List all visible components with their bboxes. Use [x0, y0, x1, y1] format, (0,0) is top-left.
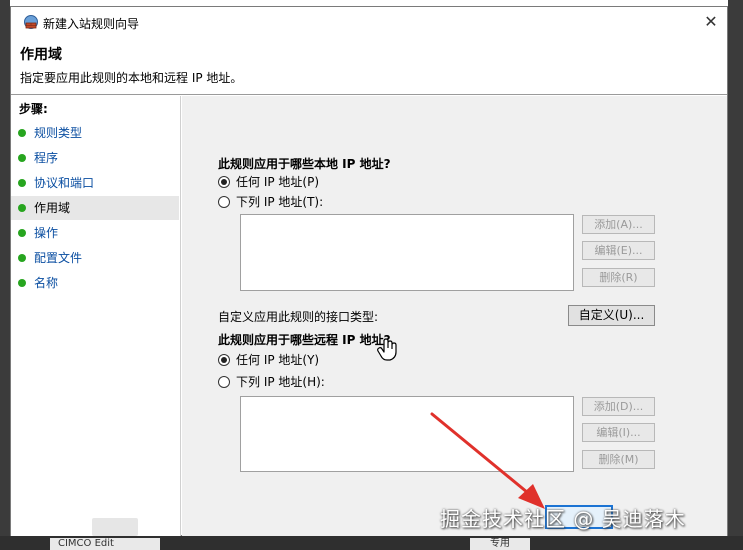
steps-sidebar: 步骤: 规则类型 程序 协议和端口 作用域 操作 配置文件 名称: [11, 96, 181, 536]
remote-edit-button[interactable]: 编辑(I)...: [582, 423, 655, 442]
window-title: 新建入站规则向导: [43, 17, 140, 31]
page-description: 指定要应用此规则的本地和远程 IP 地址。: [20, 71, 243, 85]
step-label: 程序: [34, 151, 59, 165]
step-status-icon: [18, 179, 26, 187]
local-these-ip-radio[interactable]: 下列 IP 地址(T):: [218, 194, 323, 210]
step-status-icon: [18, 254, 26, 262]
back-button[interactable]: [92, 518, 138, 536]
interface-type-label: 自定义应用此规则的接口类型:: [218, 310, 379, 324]
watermark-text: 掘金技术社区 @ 吴迪落木: [440, 507, 686, 531]
step-label: 配置文件: [34, 251, 83, 265]
step-status-icon: [18, 129, 26, 137]
step-label: 规则类型: [34, 126, 83, 140]
step-protocol-port[interactable]: 协议和端口: [11, 171, 179, 195]
remote-ip-question: 此规则应用于哪些远程 IP 地址?: [218, 333, 391, 347]
remote-these-ip-radio[interactable]: 下列 IP 地址(H):: [218, 374, 325, 390]
step-rule-type[interactable]: 规则类型: [11, 121, 179, 145]
wizard-window: 新建入站规则向导 ✕ 作用域 指定要应用此规则的本地和远程 IP 地址。 步骤:…: [10, 6, 728, 536]
local-edit-button[interactable]: 编辑(E)...: [582, 241, 655, 260]
customize-interface-button[interactable]: 自定义(U)...: [568, 305, 655, 326]
radio-indicator: [218, 354, 230, 366]
step-label: 操作: [34, 226, 59, 240]
step-label: 协议和端口: [34, 176, 95, 190]
remote-ip-list[interactable]: [240, 396, 574, 472]
radio-label: 任何 IP 地址(P): [236, 175, 320, 189]
step-label: 名称: [34, 276, 59, 290]
radio-indicator: [218, 376, 230, 388]
firewall-icon: [24, 15, 38, 29]
radio-indicator: [218, 176, 230, 188]
scope-content: 此规则应用于哪些本地 IP 地址? 任何 IP 地址(P) 下列 IP 地址(T…: [182, 96, 727, 536]
hand-cursor-icon: [377, 338, 397, 361]
step-status-icon: [18, 279, 26, 287]
radio-indicator: [218, 196, 230, 208]
radio-label: 下列 IP 地址(T):: [236, 195, 324, 209]
remote-add-button[interactable]: 添加(D)...: [582, 397, 655, 416]
background-window-right: [728, 0, 743, 550]
steps-heading: 步骤:: [19, 102, 48, 116]
step-status-icon: [18, 154, 26, 162]
title-bar: 新建入站规则向导 ✕: [11, 7, 727, 37]
page-header: 作用域 指定要应用此规则的本地和远程 IP 地址。: [11, 37, 727, 95]
step-program[interactable]: 程序: [11, 146, 179, 170]
local-any-ip-radio[interactable]: 任何 IP 地址(P): [218, 174, 319, 190]
remote-remove-button[interactable]: 删除(M): [582, 450, 655, 469]
background-profile-item: 专用: [470, 538, 530, 550]
local-ip-list[interactable]: [240, 214, 574, 291]
step-status-icon: [18, 229, 26, 237]
step-status-icon: [18, 204, 26, 212]
step-profile[interactable]: 配置文件: [11, 246, 179, 270]
local-ip-question: 此规则应用于哪些本地 IP 地址?: [218, 157, 391, 171]
local-add-button[interactable]: 添加(A)...: [582, 215, 655, 234]
step-action[interactable]: 操作: [11, 221, 179, 245]
radio-label: 下列 IP 地址(H):: [236, 375, 325, 389]
step-scope[interactable]: 作用域: [11, 196, 179, 220]
remote-any-ip-radio[interactable]: 任何 IP 地址(Y): [218, 352, 319, 368]
local-remove-button[interactable]: 删除(R): [582, 268, 655, 287]
close-button[interactable]: ✕: [696, 9, 726, 35]
page-title: 作用域: [20, 47, 62, 63]
background-app-item: CIMCO Edit: [50, 538, 160, 550]
step-label: 作用域: [34, 201, 71, 215]
radio-label: 任何 IP 地址(Y): [236, 353, 320, 367]
background-window-left: [0, 0, 10, 550]
step-name[interactable]: 名称: [11, 271, 179, 295]
